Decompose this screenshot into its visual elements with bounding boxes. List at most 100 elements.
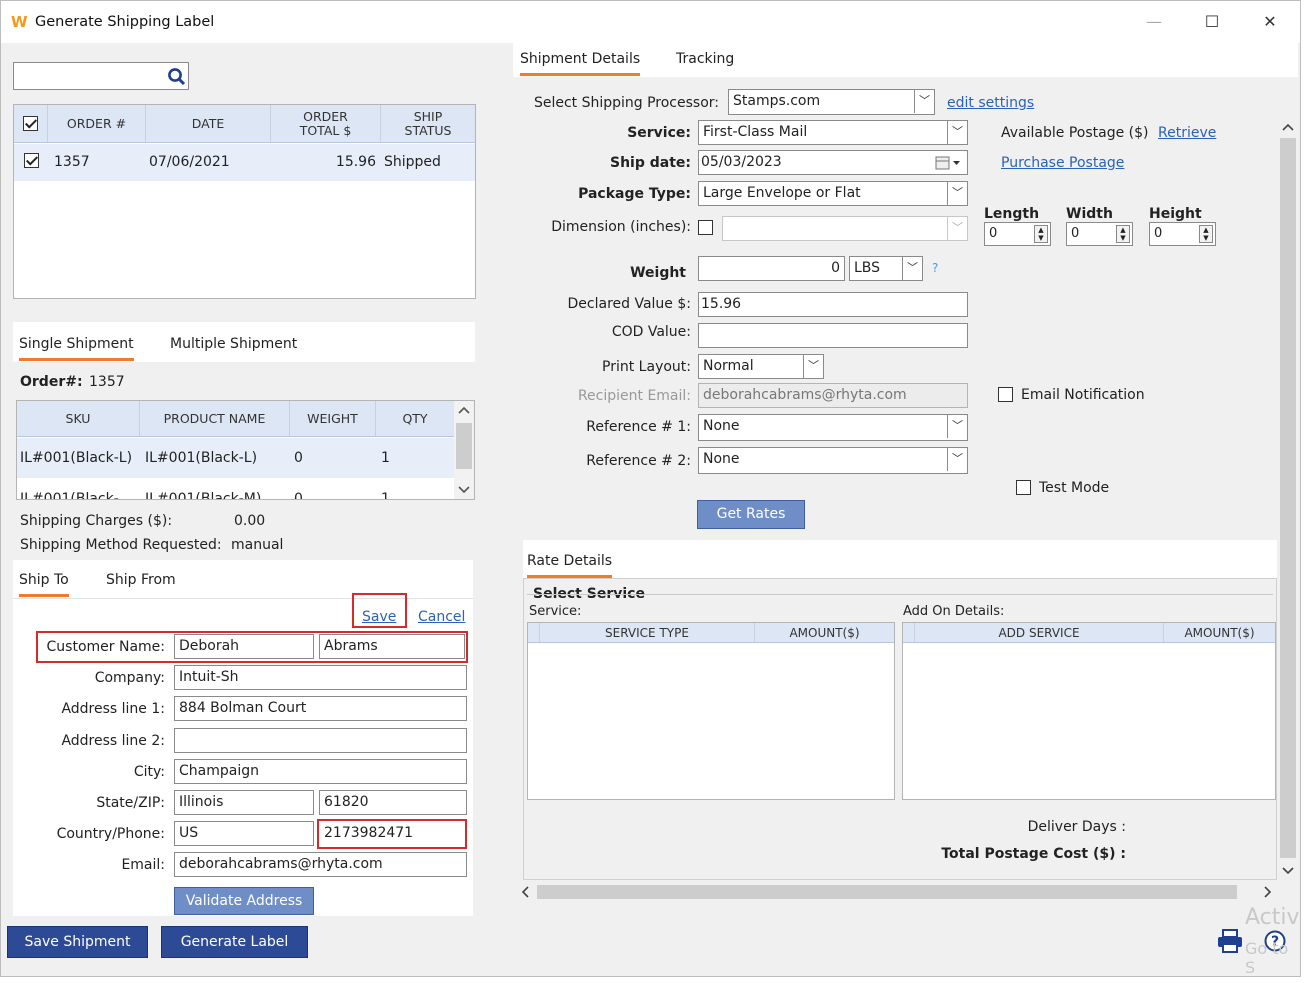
zip-input[interactable]: 61820 xyxy=(319,790,467,815)
ship-date-label: Ship date: xyxy=(610,155,691,171)
print-icon[interactable] xyxy=(1217,929,1243,953)
spinner-arrows-icon[interactable]: ▲ ▼ xyxy=(1116,225,1130,243)
tab-rate-details[interactable]: Rate Details xyxy=(527,553,613,578)
available-postage-label: Available Postage ($) xyxy=(1001,125,1149,141)
items-scroll-thumb[interactable] xyxy=(456,423,472,469)
address-save-link[interactable]: Save xyxy=(362,609,396,625)
reference2-select[interactable]: None ﹀ xyxy=(698,447,968,474)
scroll-up-icon[interactable] xyxy=(458,405,470,415)
dimension-checkbox[interactable] xyxy=(698,220,713,235)
items-scrollbar[interactable] xyxy=(454,401,474,499)
tab-multiple-shipment[interactable]: Multiple Shipment xyxy=(170,336,297,352)
declared-value-input[interactable]: 15.96 xyxy=(698,292,968,317)
service-select[interactable]: First-Class Mail ﹀ xyxy=(698,120,968,145)
address-cancel-link[interactable]: Cancel xyxy=(418,609,465,625)
spinner-arrows-icon[interactable]: ▲ ▼ xyxy=(1199,225,1213,243)
spinner-arrows-icon[interactable]: ▲ ▼ xyxy=(1034,225,1048,243)
col-weight[interactable]: WEIGHT xyxy=(290,401,376,436)
order-status-cell: Shipped xyxy=(384,154,441,170)
first-name-input[interactable]: Deborah xyxy=(174,634,314,659)
col-order[interactable]: ORDER # xyxy=(48,105,146,142)
item-row[interactable]: IL#001(Black- IL#001(Black-M) 0 1 xyxy=(17,479,454,500)
processor-select[interactable]: Stamps.com ﹀ xyxy=(728,89,935,115)
email-label: Email: xyxy=(121,857,165,873)
package-type-select[interactable]: Large Envelope or Flat ﹀ xyxy=(698,181,968,206)
col-sku[interactable]: SKU xyxy=(17,401,140,436)
tab-tracking[interactable]: Tracking xyxy=(676,51,734,67)
item-row[interactable]: IL#001(Black-L) IL#001(Black-L) 0 1 xyxy=(17,438,454,478)
col-date[interactable]: DATE xyxy=(146,105,271,142)
address2-label: Address line 2: xyxy=(61,733,165,749)
ship-date-input[interactable]: 05/03/2023 xyxy=(698,150,968,175)
right-scroll-thumb[interactable] xyxy=(1280,138,1296,858)
edit-settings-link[interactable]: edit settings xyxy=(947,95,1034,111)
scroll-right-icon[interactable] xyxy=(1263,886,1273,898)
order-search-input[interactable] xyxy=(16,65,164,87)
help-icon[interactable]: ? xyxy=(932,261,938,275)
maximize-button[interactable]: ☐ xyxy=(1197,9,1227,35)
weight-input[interactable]: 0 xyxy=(698,256,845,281)
email-input[interactable]: deborahcabrams@rhyta.com xyxy=(174,852,467,877)
item-qty: 1 xyxy=(381,491,390,500)
tab-ship-from[interactable]: Ship From xyxy=(106,572,176,588)
right-pane-scrollbar[interactable] xyxy=(1279,120,1297,880)
col-amount[interactable]: AMOUNT($) xyxy=(755,623,894,642)
get-rates-button[interactable]: Get Rates xyxy=(697,500,805,529)
tab-shipment-details[interactable]: Shipment Details xyxy=(520,51,641,76)
email-notification-checkbox[interactable] xyxy=(998,387,1013,402)
test-mode-checkbox[interactable] xyxy=(1016,480,1031,495)
col-ship-status[interactable]: SHIP STATUS xyxy=(381,105,475,142)
address2-input[interactable] xyxy=(174,728,467,753)
scroll-up-icon[interactable] xyxy=(1282,122,1294,132)
select-all-checkbox[interactable] xyxy=(23,116,38,131)
declared-value-label: Declared Value $: xyxy=(567,296,691,312)
scroll-down-icon[interactable] xyxy=(458,485,470,495)
tab-ship-to[interactable]: Ship To xyxy=(19,572,69,597)
reference1-select[interactable]: None ﹀ xyxy=(698,414,968,441)
country-phone-label: Country/Phone: xyxy=(56,826,165,842)
phone-input[interactable]: 2173982471 xyxy=(320,822,464,846)
minimize-button[interactable]: — xyxy=(1139,9,1169,35)
orders-grid-header: ORDER # DATE ORDER TOTAL $ SHIP STATUS xyxy=(14,105,475,143)
width-spinner[interactable]: 0 ▲ ▼ xyxy=(1066,222,1133,246)
item-weight: 0 xyxy=(294,491,303,500)
validate-address-button[interactable]: Validate Address xyxy=(174,887,314,915)
scroll-left-icon[interactable] xyxy=(520,886,530,898)
col-product-name[interactable]: PRODUCT NAME xyxy=(140,401,290,436)
dimension-select[interactable]: ﹀ xyxy=(722,216,968,241)
search-icon[interactable] xyxy=(167,67,187,87)
country-input[interactable]: US xyxy=(174,821,314,846)
close-button[interactable]: ✕ xyxy=(1255,9,1285,35)
service-label: Service: xyxy=(627,125,691,141)
state-input[interactable]: Illinois xyxy=(174,790,314,815)
order-row-checkbox[interactable] xyxy=(24,153,39,168)
height-spinner[interactable]: 0 ▲ ▼ xyxy=(1149,222,1216,246)
horizontal-scroll-thumb[interactable] xyxy=(537,885,1237,899)
calendar-icon[interactable] xyxy=(935,156,963,170)
chevron-down-icon: ﹀ xyxy=(947,415,967,438)
chevron-down-icon: ﹀ xyxy=(803,355,823,378)
retrieve-link[interactable]: Retrieve xyxy=(1158,125,1216,141)
col-addon-amount[interactable]: AMOUNT($) xyxy=(1164,623,1275,642)
order-row[interactable]: 1357 07/06/2021 15.96 Shipped xyxy=(14,144,475,181)
print-layout-select[interactable]: Normal ﹀ xyxy=(698,354,824,379)
tab-single-shipment[interactable]: Single Shipment xyxy=(19,336,134,361)
cod-value-input[interactable] xyxy=(698,323,968,348)
purchase-postage-link[interactable]: Purchase Postage xyxy=(1001,155,1124,171)
col-add-service[interactable]: ADD SERVICE xyxy=(915,623,1164,642)
city-input[interactable]: Champaign xyxy=(174,759,467,784)
save-shipment-button[interactable]: Save Shipment xyxy=(7,926,148,958)
company-input[interactable]: Intuit-Sh xyxy=(174,665,467,690)
col-qty[interactable]: QTY xyxy=(376,401,454,436)
recipient-email-input[interactable]: deborahcabrams@rhyta.com xyxy=(698,383,968,408)
col-order-total[interactable]: ORDER TOTAL $ xyxy=(271,105,381,142)
last-name-input[interactable]: Abrams xyxy=(319,634,465,659)
item-qty: 1 xyxy=(381,450,390,466)
length-spinner[interactable]: 0 ▲ ▼ xyxy=(984,222,1051,246)
weight-unit-select[interactable]: LBS ﹀ xyxy=(849,256,923,281)
col-service-type[interactable]: SERVICE TYPE xyxy=(540,623,755,642)
generate-label-button[interactable]: Generate Label xyxy=(161,926,308,958)
scroll-down-icon[interactable] xyxy=(1282,866,1294,876)
horizontal-scrollbar[interactable] xyxy=(517,883,1277,901)
address1-input[interactable]: 884 Bolman Court xyxy=(174,696,467,721)
